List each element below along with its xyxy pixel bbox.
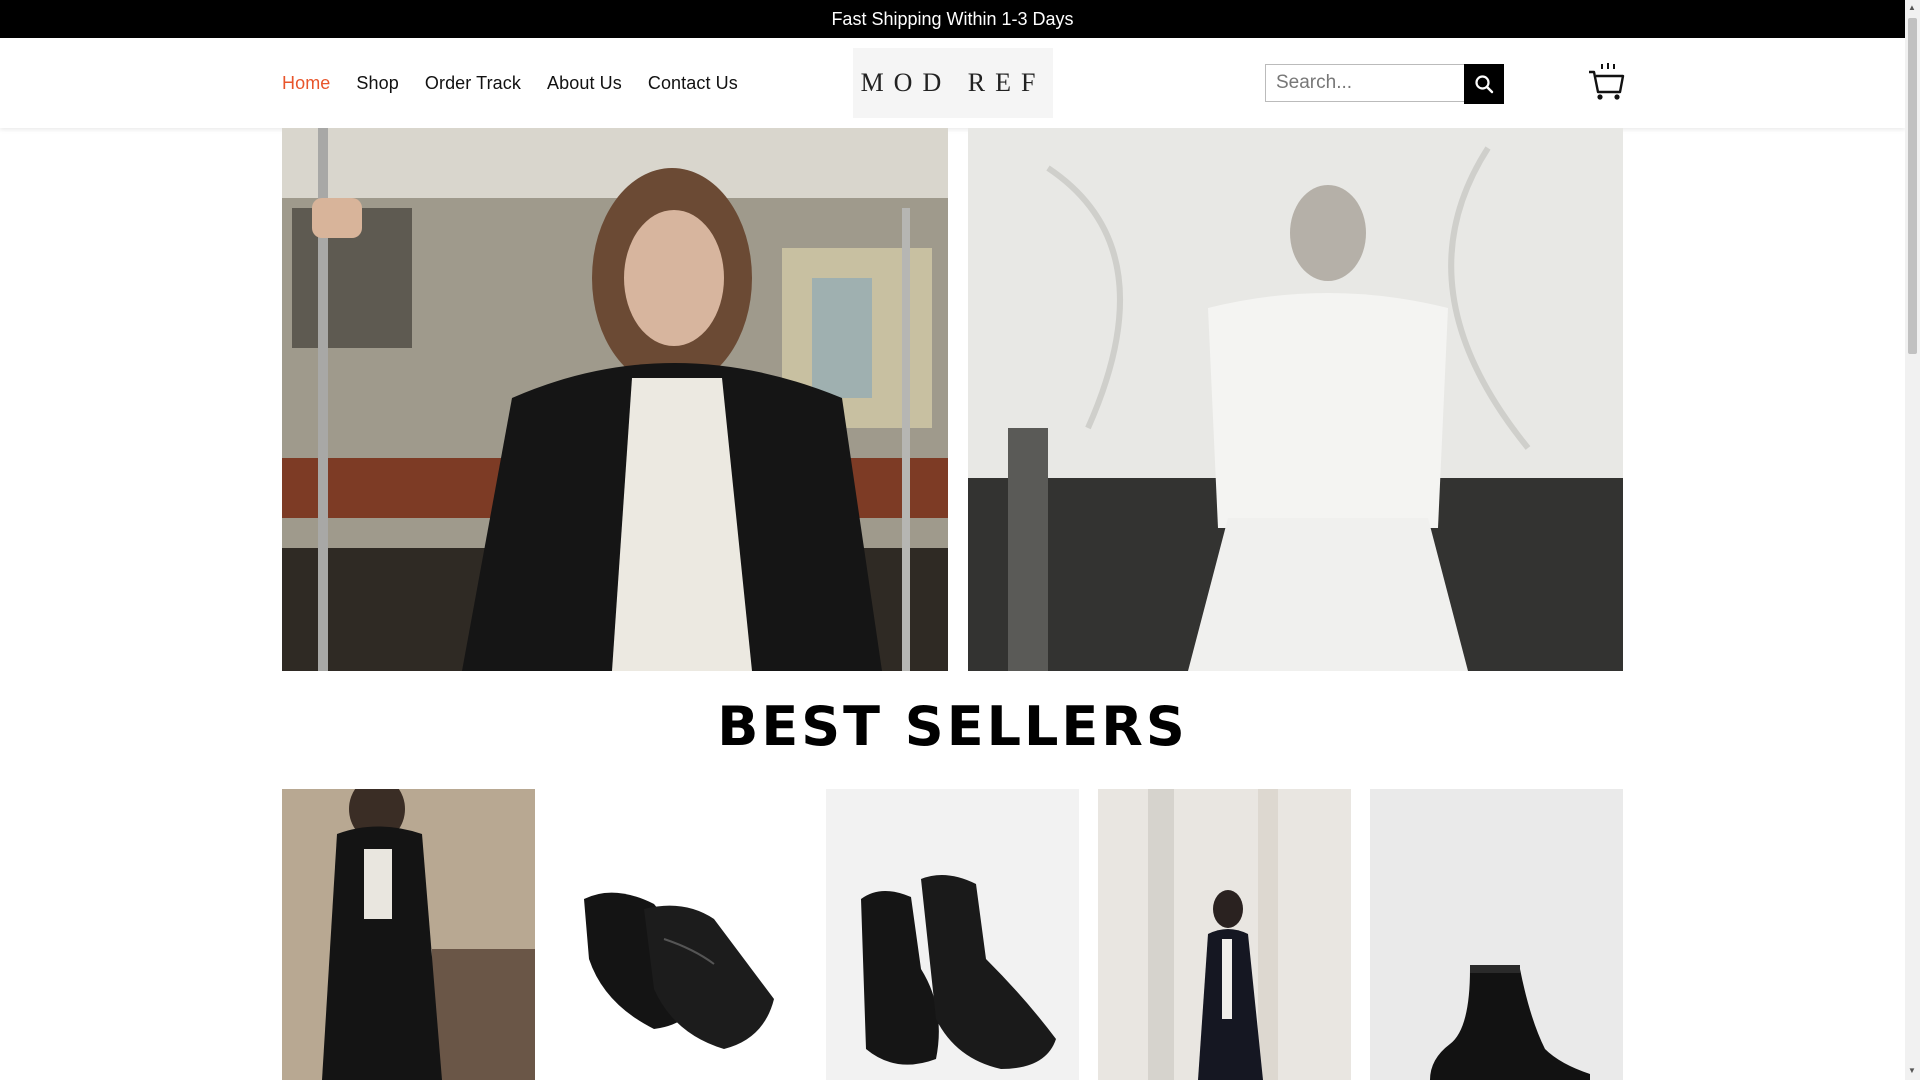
brand-logo[interactable]: MOD REF — [853, 48, 1053, 118]
search-button[interactable] — [1464, 64, 1504, 104]
nav-contact-us[interactable]: Contact Us — [648, 73, 738, 94]
product-image-2 — [554, 789, 807, 1080]
hero-image-right[interactable] — [968, 128, 1623, 671]
scroll-down-arrow-icon[interactable]: ▼ — [1908, 1066, 1916, 1075]
shopping-cart-icon — [1589, 63, 1625, 100]
nav-shop[interactable]: Shop — [356, 73, 398, 94]
product-card-5[interactable] — [1370, 789, 1623, 1080]
cart-button[interactable] — [1588, 62, 1626, 102]
product-card-4[interactable] — [1098, 789, 1351, 1080]
site-header: Home Shop Order Track About Us Contact U… — [0, 38, 1905, 128]
product-image-4 — [1098, 789, 1351, 1080]
nav-order-track[interactable]: Order Track — [425, 73, 521, 94]
product-image-1 — [282, 789, 535, 1080]
scrollbar-thumb[interactable] — [1908, 18, 1917, 354]
announcement-bar: Fast Shipping Within 1-3 Days — [0, 0, 1905, 38]
product-card-1[interactable] — [282, 789, 535, 1080]
hero-right-photo — [968, 128, 1623, 671]
nav-about-us[interactable]: About Us — [547, 73, 622, 94]
hero-image-left[interactable] — [282, 128, 948, 671]
product-card-3[interactable] — [826, 789, 1079, 1080]
product-image-3 — [826, 789, 1079, 1080]
scroll-up-arrow-icon[interactable]: ▲ — [1908, 3, 1916, 12]
best-sellers-heading: BEST SELLERS — [717, 695, 1188, 758]
nav-home[interactable]: Home — [282, 73, 330, 94]
search-form — [1265, 64, 1504, 104]
brand-logo-text: MOD REF — [860, 68, 1046, 97]
main-nav: Home Shop Order Track About Us Contact U… — [282, 38, 764, 128]
page-scrollbar[interactable]: ▲ ▼ — [1905, 0, 1920, 1080]
hero-left-photo — [282, 128, 948, 671]
search-input[interactable] — [1265, 64, 1464, 102]
announcement-text: Fast Shipping Within 1-3 Days — [831, 8, 1074, 29]
search-icon — [1475, 75, 1494, 94]
product-image-5 — [1370, 789, 1623, 1080]
product-card-2[interactable] — [554, 789, 807, 1080]
